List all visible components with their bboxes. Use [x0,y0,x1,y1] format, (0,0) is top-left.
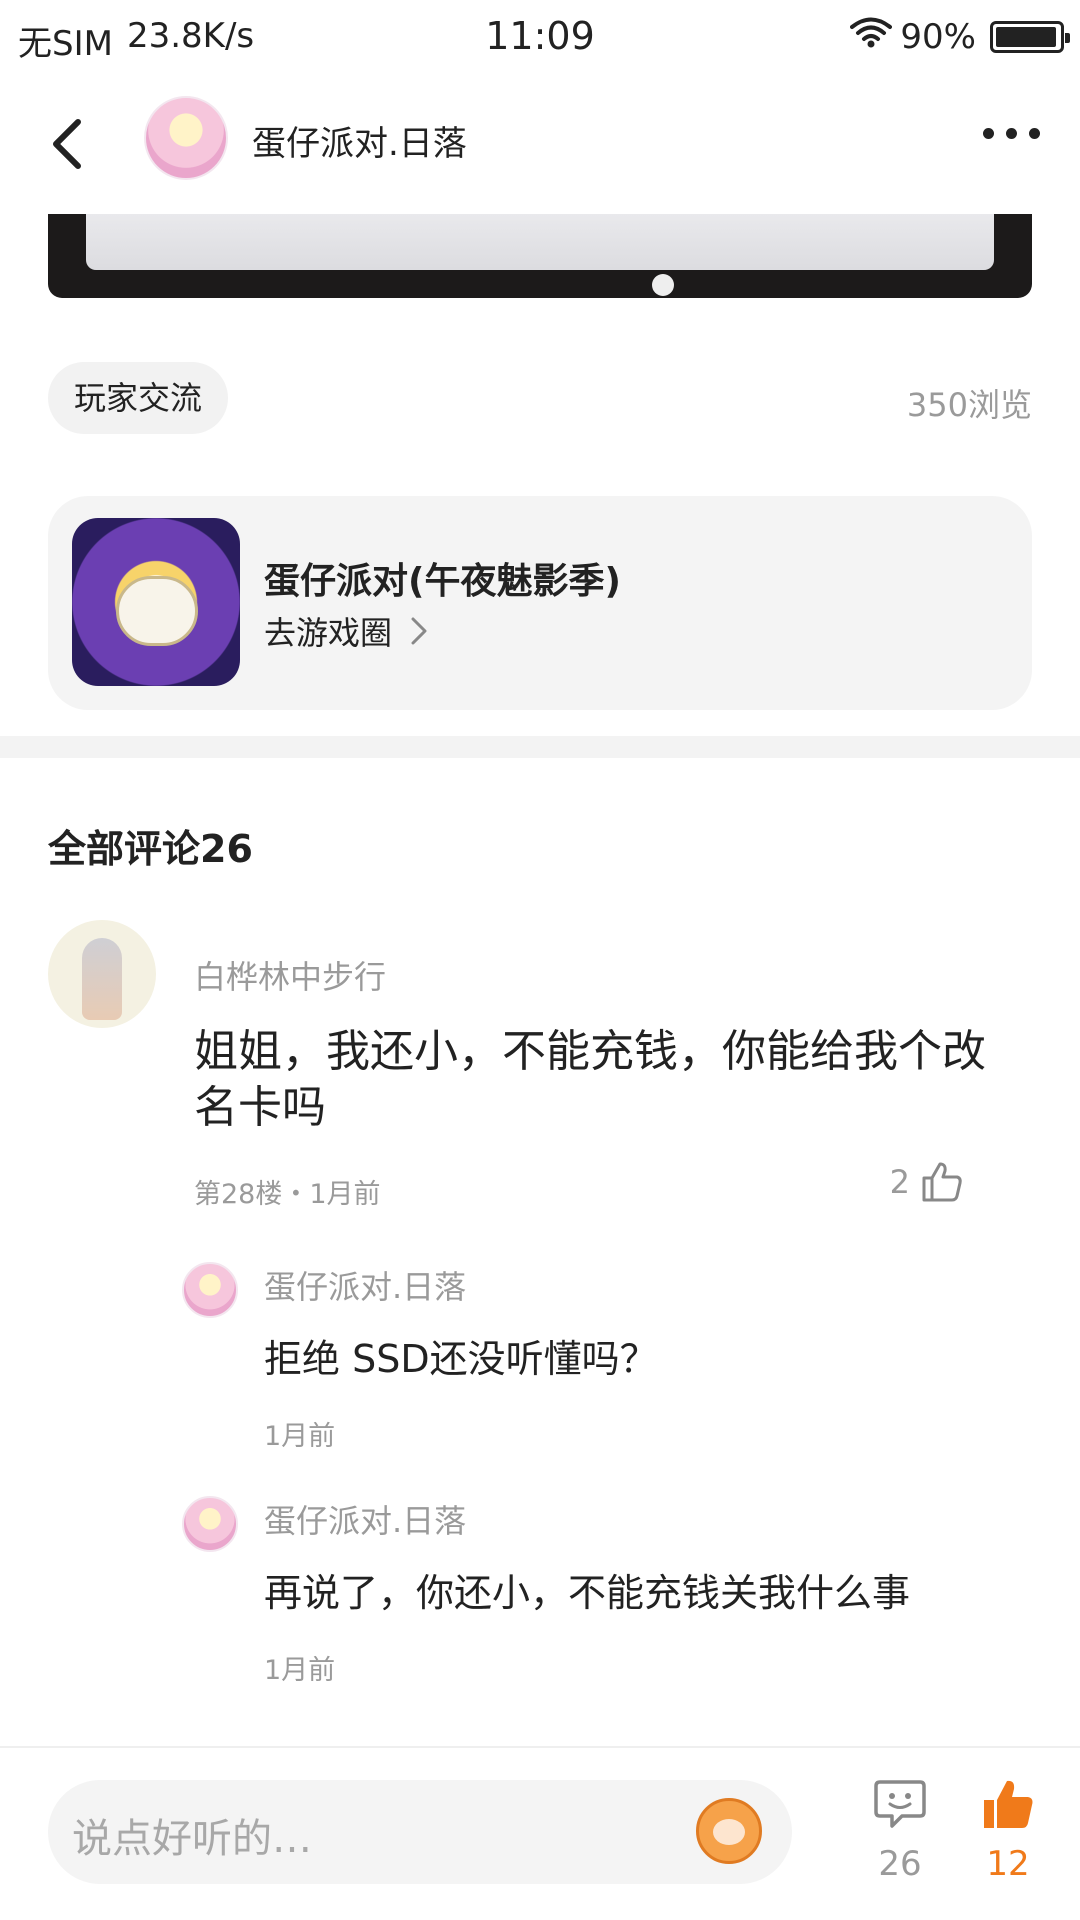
bottom-action-bar: 说点好听的… 26 12 [0,1746,1080,1920]
comment-input[interactable]: 说点好听的… [48,1780,792,1884]
post-detail-page: 无SIM 23.8K/s 11:09 90% 蛋仔派对.日落 玩家交流 350浏… [0,0,1080,1920]
reply-text[interactable]: 拒绝 SSD还没听懂吗？ [264,1328,658,1383]
reply-item: 蛋仔派对.日落 再说了，你还小，不能充钱关我什么事 1月前 [182,1496,1042,1686]
back-arrow-icon [53,119,81,169]
status-right: 90% [850,16,1070,57]
wifi-icon [850,16,893,57]
game-title: 蛋仔派对(午夜魅影季) [264,561,621,602]
top-nav-bar: 蛋仔派对.日落 [0,78,1080,198]
game-circle-link[interactable]: 去游戏圈 [264,608,428,654]
chevron-right-icon [411,617,427,645]
like-button[interactable]: 12 [968,1778,1048,1884]
battery-percent: 90% [900,16,976,57]
comment-bubble-icon [874,1780,926,1828]
reply-username[interactable]: 蛋仔派对.日落 [264,1496,466,1542]
comment-like-count: 2 [889,1163,910,1201]
comment-count-button[interactable]: 26 [860,1778,940,1884]
status-bar: 无SIM 23.8K/s 11:09 90% [0,0,1080,78]
game-card[interactable]: 蛋仔派对(午夜魅影季) 去游戏圈 [48,496,1032,710]
reply-username[interactable]: 蛋仔派对.日落 [264,1262,466,1308]
view-count: 350浏览 [906,386,1032,424]
comment-text[interactable]: 姐姐，我还小，不能充钱，你能给我个改名卡吗 [194,1024,994,1136]
more-dots-icon[interactable] [983,128,1040,139]
author-name[interactable]: 蛋仔派对.日落 [252,116,467,165]
like-count: 12 [986,1844,1030,1884]
play-icon [652,274,674,296]
commenter-avatar[interactable] [48,920,156,1028]
reply-time: 1月前 [264,1421,336,1452]
back-button[interactable] [44,114,92,174]
post-media[interactable] [48,214,1032,298]
game-icon [72,518,240,686]
commenter-name[interactable]: 白桦林中步行 [194,952,386,998]
media-screen [86,214,994,270]
reply-avatar[interactable] [182,1496,238,1552]
reply-text[interactable]: 再说了，你还小，不能充钱关我什么事 [264,1562,910,1617]
reply-avatar[interactable] [182,1262,238,1318]
game-link-label: 去游戏圈 [264,614,393,652]
author-avatar[interactable] [144,96,228,180]
section-divider [0,736,1080,758]
comments-header: 全部评论26 [48,827,253,871]
topic-tag[interactable]: 玩家交流 [48,362,229,434]
comment-meta: 第28楼・1月前 [194,1179,381,1210]
thumbs-up-icon [984,1780,1033,1828]
reply-item: 蛋仔派对.日落 拒绝 SSD还没听懂吗？ 1月前 [182,1262,1042,1452]
reply-time: 1月前 [264,1655,336,1686]
comment-count: 26 [878,1844,922,1884]
thumbs-up-icon [922,1162,962,1202]
comment-input-placeholder: 说点好听的… [72,1816,312,1862]
battery-icon [990,20,1070,53]
emoji-mascot-icon[interactable] [696,1798,762,1864]
comment-like-button[interactable]: 2 [890,1160,964,1204]
